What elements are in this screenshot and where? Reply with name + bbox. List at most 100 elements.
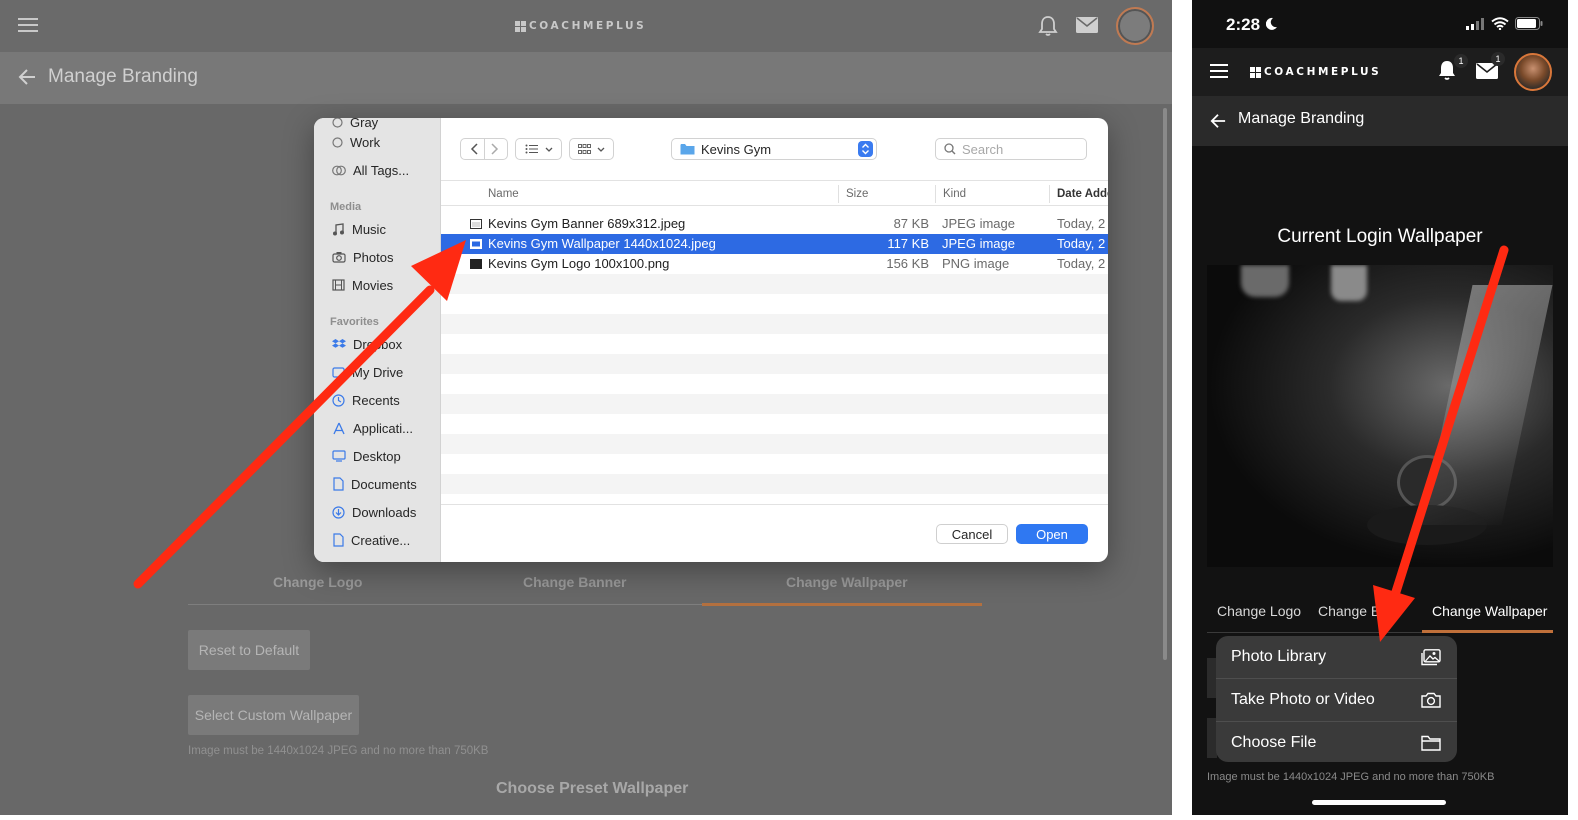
sidebar-item-applications[interactable]: Applicati... (332, 417, 413, 439)
list-view-button[interactable] (515, 138, 562, 160)
page-header: Manage Branding (0, 52, 1172, 104)
hamburger-menu-icon[interactable] (1210, 64, 1228, 78)
film-icon (332, 279, 345, 291)
user-avatar[interactable] (1514, 53, 1552, 91)
hamburger-menu-icon[interactable] (18, 18, 38, 32)
folder-icon (680, 144, 695, 155)
file-size: 117 KB (887, 236, 929, 251)
sidebar-item-label: Music (352, 221, 386, 237)
sidebar-item-label: Photos (353, 249, 394, 265)
message-badge: 1 (1491, 52, 1505, 66)
status-time: 2:28 (1226, 15, 1261, 34)
tab-change-logo[interactable]: Change Logo (273, 574, 362, 590)
open-button[interactable]: Open (1016, 524, 1088, 544)
moon-icon (1266, 17, 1277, 30)
bell-icon[interactable] (1038, 15, 1058, 37)
grid-view-icon (578, 143, 591, 154)
file-date: Today, 2 (1057, 236, 1106, 251)
sidebar-item-recents[interactable]: Recents (332, 389, 400, 411)
active-tab-indicator (702, 603, 982, 606)
tab-change-logo[interactable]: Change Logo (1217, 603, 1301, 619)
empty-row (441, 414, 1108, 434)
search-icon (944, 143, 956, 155)
file-open-dialog: Gray Work All Tags... Media Music Photos… (314, 118, 1108, 562)
file-row[interactable]: Kevins Gym Banner 689x312.jpeg 87 KB JPE… (441, 214, 1108, 234)
logo-mark-icon (515, 20, 526, 32)
tab-change-banner[interactable]: Change B (1318, 603, 1380, 619)
wallpaper-preview-image (1207, 265, 1553, 567)
preset-wallpaper-heading: Choose Preset Wallpaper (496, 780, 689, 797)
back-forward-buttons[interactable] (460, 138, 508, 160)
search-input[interactable] (962, 141, 1072, 157)
tab-change-wallpaper[interactable]: Change Wallpaper (1432, 603, 1547, 619)
sidebar-item-movies[interactable]: Movies (332, 274, 393, 296)
finder-sidebar: Gray Work All Tags... Media Music Photos… (314, 118, 441, 562)
back-arrow-icon[interactable] (1210, 113, 1226, 129)
mail-icon[interactable] (1076, 17, 1098, 33)
camera-icon (332, 252, 346, 263)
brand-name: COACHMEPLUS (1264, 66, 1382, 78)
battery-icon (1515, 17, 1543, 30)
tag-circle-icon (332, 118, 343, 128)
grid-view-button[interactable] (569, 138, 614, 160)
file-kind: JPEG image (942, 216, 1015, 231)
page-title: Manage Branding (1238, 110, 1365, 127)
sidebar-item-my-drive[interactable]: My Drive (332, 361, 403, 383)
empty-row (441, 314, 1108, 334)
sidebar-item-label: Work (350, 134, 381, 150)
search-field[interactable] (935, 138, 1087, 160)
tags-icon (332, 165, 346, 175)
scrollbar[interactable] (1163, 108, 1167, 660)
upload-requirements-note: Image must be 1440x1024 JPEG and no more… (188, 745, 489, 757)
chevron-left-icon[interactable] (470, 143, 478, 155)
menu-item-photo-library[interactable]: Photo Library (1216, 636, 1457, 678)
sidebar-item-desktop[interactable]: Desktop (332, 445, 401, 467)
notification-badge: 1 (1454, 54, 1468, 68)
page-title: Manage Branding (48, 66, 198, 87)
chevron-down-icon (545, 147, 552, 152)
mobile-navbar: COACHMEPLUS 1 1 (1192, 48, 1568, 96)
cancel-button[interactable]: Cancel (936, 524, 1008, 544)
sidebar-item-label: Dropbox (353, 336, 403, 352)
tab-change-wallpaper[interactable]: Change Wallpaper (786, 574, 908, 590)
sidebar-item-label: Movies (352, 277, 394, 293)
screenshot-root: COACHMEPLUS Manage Branding Change Logo … (0, 0, 1578, 820)
dropdown-stepper-icon (858, 141, 873, 157)
sidebar-item-work[interactable]: Work (332, 131, 380, 153)
upload-requirements-note: Image must be 1440x1024 JPEG and no more… (1207, 771, 1495, 783)
column-size[interactable]: Size (846, 188, 868, 200)
empty-row (441, 294, 1108, 314)
column-name[interactable]: Name (488, 188, 519, 200)
desktop-app: COACHMEPLUS Manage Branding Change Logo … (0, 0, 1172, 815)
sidebar-section-media: Media (330, 201, 362, 213)
column-date-added[interactable]: Date Added (1057, 188, 1108, 200)
location-dropdown[interactable]: Kevins Gym (671, 138, 877, 160)
user-avatar[interactable] (1116, 7, 1154, 45)
sidebar-item-label: Downloads (352, 504, 417, 520)
empty-row (441, 334, 1108, 354)
column-kind[interactable]: Kind (943, 188, 966, 200)
file-row-selected[interactable]: Kevins Gym Wallpaper 1440x1024.jpeg 117 … (441, 234, 1108, 254)
sidebar-item-photos[interactable]: Photos (332, 246, 393, 268)
tab-change-banner[interactable]: Change Banner (523, 574, 626, 590)
empty-row (441, 274, 1108, 294)
sidebar-item-documents[interactable]: Documents (332, 473, 417, 495)
back-arrow-icon[interactable] (18, 68, 36, 86)
document-icon (333, 477, 344, 491)
file-date: Today, 2 (1057, 256, 1106, 271)
drive-icon (332, 366, 345, 378)
sidebar-item-all-tags[interactable]: All Tags... (332, 159, 409, 181)
mobile-app: 2:28 COACHMEPLUS 1 1 Manage Branding Cur… (1192, 0, 1568, 815)
sidebar-item-downloads[interactable]: Downloads (332, 501, 416, 523)
chevron-right-icon[interactable] (490, 143, 499, 155)
select-custom-wallpaper-button[interactable]: Select Custom Wallpaper (188, 695, 359, 735)
reset-to-default-button[interactable]: Reset to Default (188, 630, 310, 670)
sidebar-item-creative[interactable]: Creative... (332, 529, 410, 551)
location-name: Kevins Gym (701, 141, 772, 157)
menu-item-take-photo[interactable]: Take Photo or Video (1216, 679, 1457, 721)
sidebar-item-music[interactable]: Music (332, 218, 386, 240)
sidebar-item-dropbox[interactable]: Dropbox (332, 333, 402, 355)
file-row[interactable]: Kevins Gym Logo 100x100.png 156 KB PNG i… (441, 254, 1108, 274)
menu-item-choose-file[interactable]: Choose File (1216, 722, 1457, 762)
file-list: Kevins Gym Banner 689x312.jpeg 87 KB JPE… (441, 214, 1108, 494)
